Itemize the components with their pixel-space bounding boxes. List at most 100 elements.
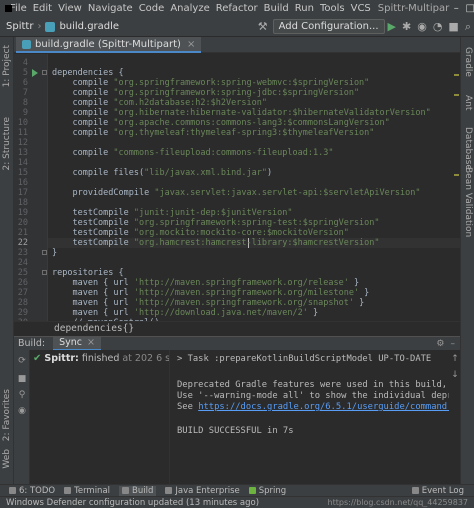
line-number: 18 bbox=[17, 198, 28, 208]
run-gutter-icon[interactable] bbox=[32, 69, 38, 77]
menu-run[interactable]: Run bbox=[292, 3, 317, 14]
build-tool-title: Build: bbox=[18, 338, 46, 349]
code-line: compile "org.thymeleaf:thymeleaf-spring3… bbox=[52, 128, 375, 138]
stop-build-icon[interactable]: ■ bbox=[17, 374, 27, 384]
warning-marker[interactable] bbox=[454, 74, 459, 76]
code-breadcrumb[interactable]: dependencies{} bbox=[54, 323, 134, 334]
menu-navigate[interactable]: Navigate bbox=[85, 3, 136, 14]
code-line: compile "org.springframework:spring-webm… bbox=[52, 78, 370, 88]
coverage-icon[interactable]: ◉ bbox=[417, 20, 427, 33]
breadcrumb-project-label: Spittr bbox=[6, 21, 34, 32]
debug-icon[interactable]: ✱ bbox=[402, 20, 411, 33]
run-icon[interactable]: ▶ bbox=[388, 20, 396, 33]
menu-code[interactable]: Code bbox=[136, 3, 168, 14]
line-number: 27 bbox=[17, 288, 28, 298]
java-enterprise-icon bbox=[165, 487, 173, 494]
menu-analyze[interactable]: Analyze bbox=[167, 3, 212, 14]
line-number: 23 bbox=[17, 248, 28, 258]
code-line: compile files("lib/javax.xml.bind.jar") bbox=[52, 168, 273, 178]
todo-tool-button[interactable]: 6: TODO bbox=[9, 486, 55, 496]
status-message[interactable]: Windows Defender configuration updated (… bbox=[6, 498, 259, 508]
event-log-icon bbox=[411, 487, 419, 494]
add-configuration-button[interactable]: Add Configuration... bbox=[272, 19, 385, 34]
profile-icon[interactable]: ◔ bbox=[433, 20, 443, 33]
java-enterprise-label: Java Enterprise bbox=[175, 485, 240, 496]
right-tool-strip: Gradle Ant Database Bean Validation bbox=[460, 37, 474, 484]
settings-gear-icon[interactable]: ⚙ bbox=[436, 339, 444, 349]
line-number: 25 bbox=[17, 268, 28, 278]
code-line: maven { url 'http://maven.springframewor… bbox=[52, 278, 360, 288]
fold-marker-icon[interactable] bbox=[42, 70, 47, 75]
gradle-file-icon bbox=[22, 39, 31, 49]
breadcrumb-file[interactable]: build.gradle bbox=[45, 21, 119, 32]
fold-marker-icon[interactable] bbox=[42, 250, 47, 255]
search-everywhere-icon[interactable]: ⌕ bbox=[465, 20, 471, 34]
code-line: dependencies { bbox=[52, 68, 124, 78]
build-label: Build bbox=[132, 485, 154, 496]
terminal-label: Terminal bbox=[74, 485, 111, 496]
code-editor[interactable]: dependencies { compile "org.springframew… bbox=[48, 54, 460, 334]
java-enterprise-tool-button[interactable]: Java Enterprise bbox=[165, 485, 240, 496]
maximize-icon[interactable]: □ bbox=[463, 3, 474, 14]
fold-marker-icon[interactable] bbox=[42, 270, 47, 275]
menu-tools[interactable]: Tools bbox=[317, 3, 348, 14]
line-number: 21 bbox=[17, 228, 28, 238]
close-tab-icon[interactable]: × bbox=[187, 39, 195, 50]
warning-marker[interactable] bbox=[454, 94, 459, 96]
code-line: maven { url 'http://maven.springframewor… bbox=[52, 298, 365, 308]
terminal-tool-button[interactable]: Terminal bbox=[64, 486, 110, 496]
menu-vcs[interactable]: VCS bbox=[348, 3, 374, 14]
scroll-up-icon[interactable]: ↑ bbox=[450, 354, 460, 364]
build-tree-item[interactable]: ✔ Spittr: finished at 202 6 s 272 ms bbox=[33, 353, 169, 364]
hammer-icon bbox=[122, 487, 130, 494]
structure-tool-button[interactable]: 2: Structure bbox=[2, 117, 12, 171]
code-line: testCompile "junit:junit-dep:$junitVersi… bbox=[52, 208, 293, 218]
code-line: } bbox=[52, 248, 58, 258]
code-line: maven { url 'http://download.java.net/ma… bbox=[52, 308, 319, 318]
menu-edit[interactable]: Edit bbox=[30, 3, 55, 14]
code-line: repositories { bbox=[52, 268, 124, 278]
web-tool-button[interactable]: Web bbox=[2, 449, 12, 469]
menu-view[interactable]: View bbox=[55, 3, 85, 14]
hide-panel-icon[interactable]: – bbox=[451, 339, 456, 349]
build-tree: ✔ Spittr: finished at 202 6 s 272 ms bbox=[30, 350, 170, 484]
bean-validation-tool-button[interactable]: Bean Validation bbox=[463, 167, 473, 237]
sync-tab[interactable]: Sync × bbox=[53, 336, 101, 351]
close-sync-tab-icon[interactable]: × bbox=[87, 337, 95, 348]
ant-tool-button[interactable]: Ant bbox=[463, 95, 473, 110]
minimize-icon[interactable]: – bbox=[449, 3, 463, 14]
project-tool-button[interactable]: 1: Project bbox=[2, 45, 12, 87]
event-log-tool-button[interactable]: Event Log bbox=[411, 486, 464, 496]
scroll-down-icon[interactable]: ↓ bbox=[450, 370, 460, 380]
hammer-build-icon[interactable]: ⚒ bbox=[258, 20, 268, 33]
favorites-tool-button[interactable]: 2: Favorites bbox=[2, 389, 12, 441]
navigation-bar: Spittr › build.gradle ⚒ Add Configuratio… bbox=[0, 17, 474, 37]
eye-icon[interactable]: ◉ bbox=[17, 406, 27, 416]
breadcrumb-project[interactable]: Spittr bbox=[6, 21, 33, 32]
spring-tool-button[interactable]: Spring bbox=[248, 486, 286, 496]
console-line: BUILD SUCCESSFUL in 7s bbox=[177, 426, 294, 436]
line-number: 20 bbox=[17, 218, 28, 228]
pin-icon[interactable]: ⚲ bbox=[17, 390, 27, 400]
reload-icon[interactable]: ⟳ bbox=[17, 356, 27, 366]
terminal-icon bbox=[64, 487, 72, 494]
build-tool-button[interactable]: Build bbox=[119, 485, 157, 496]
gradle-docs-link[interactable]: https://docs.gradle.org/6.5.1/userguide/… bbox=[198, 402, 449, 412]
editor-scrollbar[interactable] bbox=[452, 54, 459, 334]
line-number: 24 bbox=[17, 258, 28, 268]
menu-refactor[interactable]: Refactor bbox=[213, 3, 261, 14]
watermark-text: https://blog.csdn.net/qq_44259837 bbox=[327, 498, 468, 507]
stop-icon[interactable]: ■ bbox=[448, 20, 458, 33]
warning-marker[interactable] bbox=[454, 174, 459, 176]
status-bar: Windows Defender configuration updated (… bbox=[0, 496, 474, 508]
gradle-tool-button[interactable]: Gradle bbox=[463, 47, 473, 77]
window-title: Spittr-Multipar bbox=[377, 3, 450, 14]
database-tool-button[interactable]: Database bbox=[463, 127, 473, 170]
line-number: 29 bbox=[17, 308, 28, 318]
line-number: 5 bbox=[22, 68, 28, 78]
menu-build[interactable]: Build bbox=[261, 3, 292, 14]
line-number: 17 bbox=[17, 188, 28, 198]
line-number: 28 bbox=[17, 298, 28, 308]
editor-tab-build-gradle[interactable]: build.gradle (Spittr-Multipart) × bbox=[16, 37, 202, 53]
build-console[interactable]: > Task :prepareKotlinBuildScriptModel UP… bbox=[171, 350, 449, 484]
